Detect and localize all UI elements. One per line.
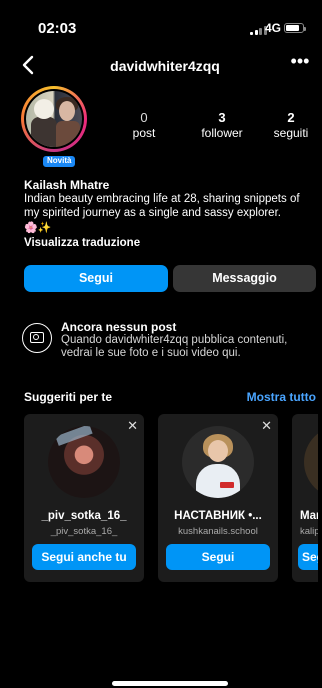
suggestion-card[interactable]: ✕ _piv_sotka_16_ _piv_sotka_16_ Segui an…: [24, 414, 144, 582]
suggestion-avatar[interactable]: [182, 426, 254, 498]
posts-count: 0: [140, 110, 148, 125]
message-button[interactable]: Messaggio: [173, 265, 316, 292]
home-indicator: [112, 681, 228, 686]
battery-icon: [284, 23, 306, 33]
stat-posts[interactable]: 0 post: [124, 110, 164, 144]
status-bar: 02:03 4G: [12, 0, 318, 44]
suggestion-name: Mani/p: [300, 510, 318, 522]
new-badge: Novità: [42, 155, 77, 168]
suggestion-card[interactable]: KA Mani/p kalip Segu: [292, 414, 318, 582]
profile-screen: 02:03 4G davidwhiter4zqq ••• Novità 0 po…: [12, 0, 318, 688]
close-icon[interactable]: ✕: [261, 418, 272, 434]
follow-back-button[interactable]: Segui anche tu: [32, 544, 136, 570]
stat-followers[interactable]: 3 follower: [198, 110, 246, 144]
translate-link[interactable]: Visualizza traduzione: [24, 237, 140, 249]
following-label: seguiti: [273, 126, 309, 140]
profile-bio: Indian beauty embracing life at 28, shar…: [24, 193, 300, 219]
suggestion-username: _piv_sotka_16_: [50, 526, 118, 537]
follow-button[interactable]: Segui: [24, 265, 168, 292]
follow-button[interactable]: Segui: [166, 544, 270, 570]
following-count: 2: [287, 110, 295, 125]
suggestions-title: Suggeriti per te: [24, 390, 113, 404]
more-options-icon[interactable]: •••: [288, 52, 312, 76]
stat-following[interactable]: 2 seguiti: [266, 110, 316, 144]
status-time: 02:03: [38, 20, 77, 37]
suggestion-username: kushkanails.school: [178, 526, 258, 537]
suggestion-name: НАСТАВНИК •...: [174, 510, 262, 522]
network-type: 4G: [265, 21, 282, 35]
suggestion-username: kalip: [300, 526, 318, 537]
profile-name: Kailash Mhatre: [24, 178, 110, 192]
camera-icon: [22, 323, 52, 353]
see-all-link[interactable]: Mostra tutto: [247, 390, 316, 404]
profile-stats: 0 post 3 follower 2 seguiti: [122, 110, 318, 144]
header-username: davidwhiter4zqq: [110, 58, 220, 74]
profile-header: davidwhiter4zqq •••: [12, 50, 318, 80]
suggestion-avatar[interactable]: KA: [304, 426, 318, 498]
bio-emoji: 🌸✨: [24, 222, 52, 234]
posts-label: post: [132, 126, 156, 140]
no-posts-title: Ancora nessun post: [61, 320, 177, 334]
suggestion-avatar[interactable]: [48, 426, 120, 498]
no-posts-text: Quando davidwhiter4zqq pubblica contenut…: [61, 334, 288, 359]
followers-label: follower: [201, 126, 243, 140]
suggestion-name: _piv_sotka_16_: [41, 510, 127, 522]
followers-count: 3: [218, 110, 226, 125]
follow-button[interactable]: Segu: [298, 544, 318, 570]
suggestion-card[interactable]: ✕ НАСТАВНИК •... kushkanails.school Segu…: [158, 414, 278, 582]
profile-avatar[interactable]: [21, 86, 87, 152]
close-icon[interactable]: ✕: [127, 418, 138, 434]
